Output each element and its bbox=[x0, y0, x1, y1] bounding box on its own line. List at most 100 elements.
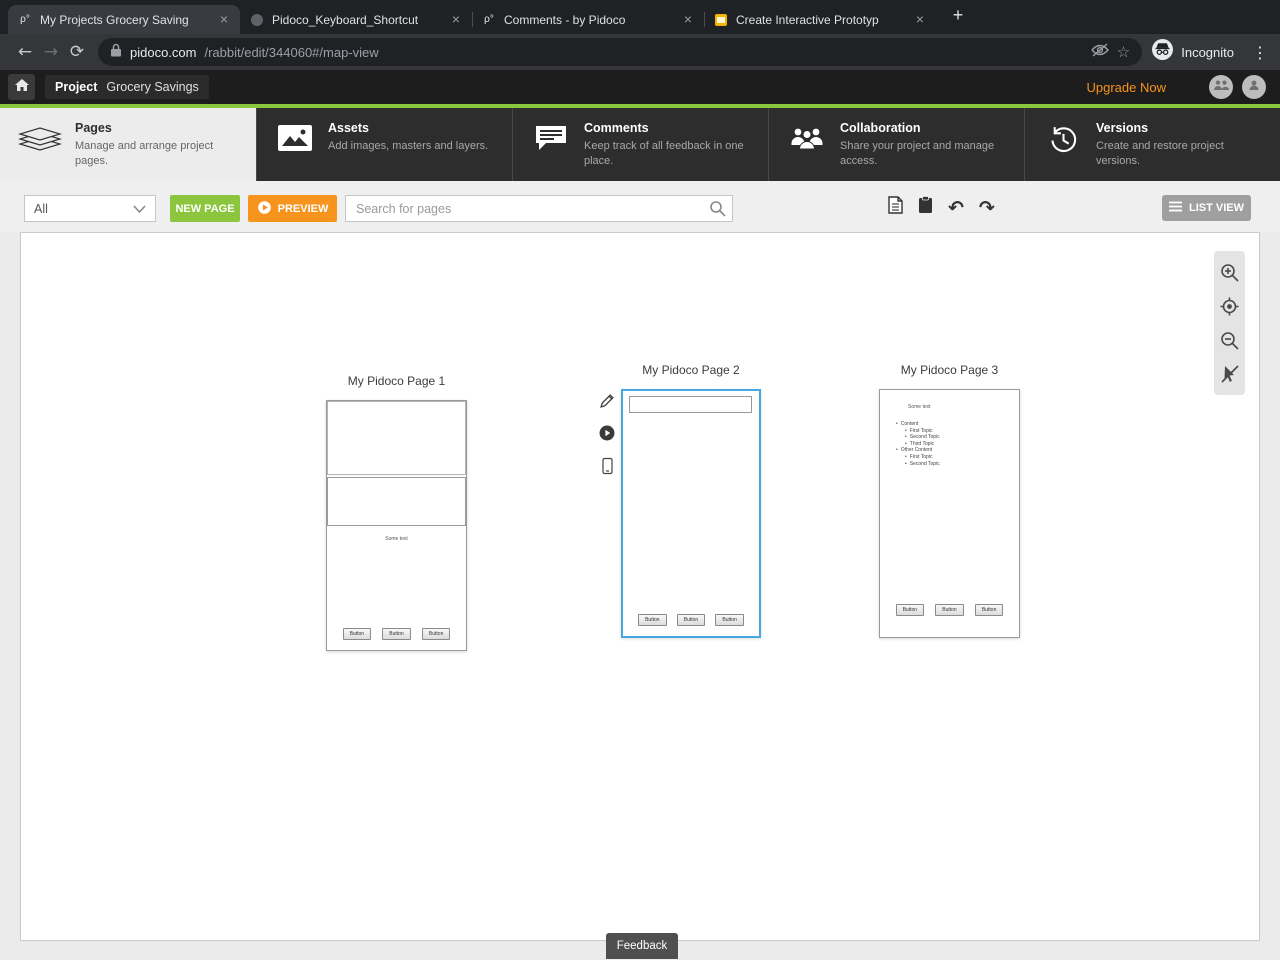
page-thumbnail-label: My Pidoco Page 2 bbox=[642, 363, 740, 377]
tab-title: Create Interactive Prototyp bbox=[736, 12, 879, 27]
wireframe-button: Button bbox=[421, 628, 451, 640]
preview-play-icon[interactable] bbox=[599, 425, 615, 446]
play-circle-icon bbox=[257, 200, 272, 218]
browser-tab-3[interactable]: ρ° Comments - by Pidoco × bbox=[472, 5, 705, 34]
nav-tab-title: Versions bbox=[1096, 121, 1149, 135]
nav-tab-assets[interactable]: Assets Add images, masters and layers. bbox=[256, 108, 512, 181]
chevron-down-icon bbox=[133, 202, 146, 216]
preview-button[interactable]: PREVIEW bbox=[248, 195, 337, 222]
page-thumbnail-1[interactable]: Some text Button Button Button bbox=[326, 400, 467, 651]
nav-tab-description: Add images, masters and layers. bbox=[328, 140, 489, 152]
wireframe-button: Button bbox=[935, 604, 964, 616]
home-button[interactable] bbox=[8, 74, 35, 100]
wireframe-button: Button bbox=[974, 604, 1004, 616]
address-bar: ← → ⟳ pidoco.com /rabbit/edit/344060#/ma… bbox=[0, 34, 1280, 70]
pidoco-favicon-icon: ρ° bbox=[484, 14, 494, 25]
tab-title: My Projects Grocery Saving bbox=[40, 12, 189, 27]
preview-label: PREVIEW bbox=[277, 202, 329, 215]
nav-tab-description: Manage and arrange project pages. bbox=[75, 140, 214, 168]
browser-tab-4[interactable]: Create Interactive Prototyp × bbox=[704, 5, 936, 34]
copy-page-icon[interactable] bbox=[888, 196, 903, 219]
list-view-label: LIST VIEW bbox=[1189, 202, 1244, 214]
nav-tab-description: Share your project and manage access. bbox=[840, 140, 995, 168]
redo-icon[interactable]: ↷ bbox=[979, 198, 995, 218]
zoom-fit-target-icon[interactable] bbox=[1218, 294, 1242, 318]
zoom-controls bbox=[1214, 251, 1245, 395]
page-thumbnail-2-selected[interactable]: Button Button Button bbox=[621, 389, 761, 638]
wireframe-button: Button bbox=[895, 604, 925, 616]
paste-clipboard-icon[interactable] bbox=[918, 196, 933, 219]
feedback-button[interactable]: Feedback bbox=[606, 933, 678, 959]
nav-tab-title: Collaboration bbox=[840, 121, 921, 135]
slides-favicon-icon bbox=[714, 13, 728, 27]
list-item: First Topic bbox=[905, 428, 1015, 435]
page-thumbnail-label: My Pidoco Page 1 bbox=[347, 374, 446, 388]
collaborators-button[interactable] bbox=[1209, 75, 1233, 99]
zoom-in-icon[interactable] bbox=[1218, 260, 1242, 284]
eye-slash-icon[interactable] bbox=[1091, 42, 1109, 62]
browser-menu-icon[interactable]: ⋮ bbox=[1252, 43, 1268, 62]
tab-close-icon[interactable]: × bbox=[680, 11, 696, 28]
url-path: /rabbit/edit/344060#/map-view bbox=[204, 44, 379, 60]
url-domain: pidoco.com bbox=[130, 44, 197, 60]
browser-tab-1[interactable]: ρ° My Projects Grocery Saving × bbox=[8, 5, 240, 34]
tab-title: Pidoco_Keyboard_Shortcut bbox=[272, 12, 419, 27]
list-item: Second Topic bbox=[905, 461, 1015, 468]
wireframe-button: Button bbox=[676, 614, 706, 626]
tab-close-icon[interactable]: × bbox=[216, 11, 232, 28]
map-view-canvas[interactable]: My Pidoco Page 1 Some text Button Button… bbox=[20, 232, 1260, 959]
generic-favicon-icon bbox=[250, 13, 264, 27]
tab-title: Comments - by Pidoco bbox=[504, 12, 626, 27]
incognito-label: Incognito bbox=[1181, 44, 1234, 60]
bookmark-star-icon[interactable]: ☆ bbox=[1117, 43, 1130, 61]
list-hamburger-icon bbox=[1169, 201, 1182, 215]
upgrade-now-link[interactable]: Upgrade Now bbox=[1087, 80, 1167, 95]
nav-tab-versions[interactable]: Versions Create and restore project vers… bbox=[1024, 108, 1280, 181]
wireframe-input-placeholder bbox=[629, 396, 752, 413]
nav-tab-pages[interactable]: Pages Manage and arrange project pages. bbox=[0, 108, 256, 181]
url-bar[interactable]: pidoco.com /rabbit/edit/344060#/map-view… bbox=[98, 38, 1143, 66]
browser-window: ρ° My Projects Grocery Saving × Pidoco_K… bbox=[0, 0, 1280, 960]
forward-button[interactable]: → bbox=[38, 42, 64, 62]
new-page-button[interactable]: NEW PAGE bbox=[170, 195, 240, 222]
nav-tab-description: Keep track of all feedback in one place. bbox=[584, 140, 744, 168]
speech-bubble-icon bbox=[531, 121, 571, 152]
project-label: Project bbox=[55, 80, 98, 94]
pages-icon bbox=[18, 121, 62, 154]
wireframe-text: Some text bbox=[385, 536, 408, 542]
reload-button[interactable]: ⟳ bbox=[64, 42, 90, 62]
undo-icon[interactable]: ↶ bbox=[948, 198, 964, 218]
edit-pencil-icon[interactable] bbox=[599, 393, 615, 414]
pointer-off-icon[interactable] bbox=[1218, 362, 1242, 386]
page-thumbnail-label: My Pidoco Page 3 bbox=[900, 363, 999, 377]
account-button[interactable] bbox=[1242, 75, 1266, 99]
nav-tab-title: Assets bbox=[328, 121, 369, 135]
app-header: Project Grocery Savings Upgrade Now bbox=[0, 70, 1280, 104]
browser-tab-2[interactable]: Pidoco_Keyboard_Shortcut × bbox=[240, 5, 473, 34]
mobile-preview-icon[interactable] bbox=[601, 457, 613, 480]
list-view-button[interactable]: LIST VIEW bbox=[1162, 195, 1251, 221]
list-item: First Topic bbox=[905, 454, 1015, 461]
zoom-out-icon[interactable] bbox=[1218, 328, 1242, 352]
nav-tab-title: Comments bbox=[584, 121, 649, 135]
people-group-icon bbox=[787, 121, 827, 151]
page-filter-dropdown[interactable]: All bbox=[24, 195, 156, 222]
nav-tab-collaboration[interactable]: Collaboration Share your project and man… bbox=[768, 108, 1024, 181]
list-item: Second Topic bbox=[905, 434, 1015, 441]
wireframe-textarea-placeholder bbox=[327, 477, 466, 526]
tab-close-icon[interactable]: × bbox=[912, 11, 928, 28]
tab-close-icon[interactable]: × bbox=[448, 11, 464, 28]
search-input[interactable] bbox=[345, 195, 733, 222]
new-tab-button[interactable]: + bbox=[946, 4, 970, 28]
pages-toolbar: All NEW PAGE PREVIEW ↶ ↷ bbox=[0, 181, 1280, 232]
main-navigation: Pages Manage and arrange project pages. … bbox=[0, 108, 1280, 181]
home-icon bbox=[14, 78, 30, 97]
project-name: Grocery Savings bbox=[106, 80, 199, 94]
project-breadcrumb: Project Grocery Savings bbox=[45, 75, 209, 99]
wireframe-bullet-list: Content First Topic Second Topic Third T… bbox=[896, 421, 1015, 467]
nav-tab-comments[interactable]: Comments Keep track of all feedback in o… bbox=[512, 108, 768, 181]
page-thumbnail-3[interactable]: Some text Content First Topic Second Top… bbox=[879, 389, 1020, 638]
nav-tab-title: Pages bbox=[75, 121, 112, 135]
tab-strip: ρ° My Projects Grocery Saving × Pidoco_K… bbox=[0, 0, 1280, 34]
back-button[interactable]: ← bbox=[12, 42, 38, 62]
